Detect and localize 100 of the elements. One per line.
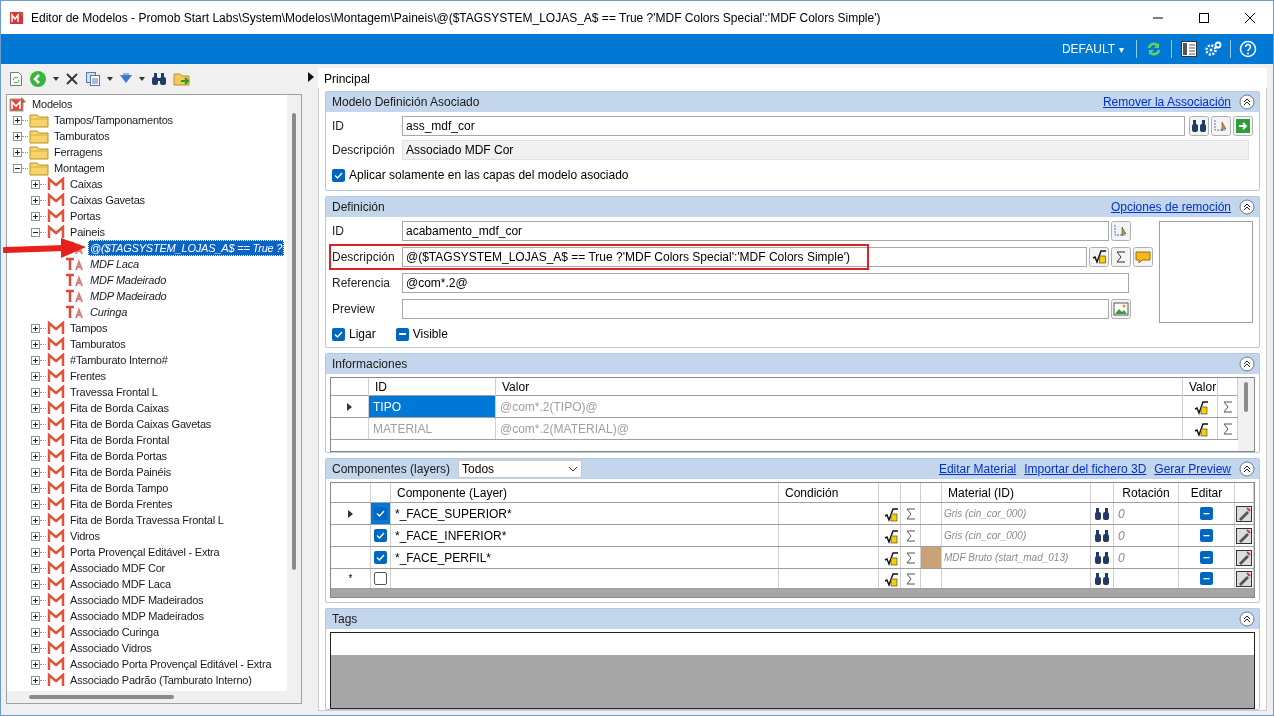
tree-item[interactable]: Fita de Borda Frentes (68, 496, 175, 512)
link[interactable]: Gerar Preview (1154, 460, 1231, 478)
checkbox[interactable] (374, 507, 387, 520)
paint-icon[interactable] (1236, 527, 1252, 544)
sigma-icon[interactable] (1221, 422, 1234, 435)
go-icon[interactable] (1233, 116, 1253, 136)
collapse-icon[interactable] (13, 163, 22, 173)
expand-icon[interactable] (31, 547, 40, 557)
expand-icon[interactable] (31, 483, 40, 493)
dropdown-caret-icon[interactable] (139, 77, 145, 81)
expand-icon[interactable] (31, 563, 40, 573)
tree-item[interactable]: #Tamburato Interno# (68, 352, 170, 368)
link[interactable]: Editar Material (938, 460, 1017, 478)
link[interactable]: Remover la Associación (1102, 93, 1231, 111)
settings-icon[interactable] (1204, 40, 1222, 58)
checkbox[interactable] (332, 327, 345, 341)
expand-icon[interactable] (31, 595, 40, 605)
expand-icon[interactable] (31, 611, 40, 621)
tree-item[interactable]: Portas (68, 208, 103, 224)
edit-toggle-icon[interactable] (1200, 551, 1213, 564)
tree-item[interactable]: Frentes (68, 368, 108, 384)
sigma-icon[interactable] (1221, 400, 1234, 413)
binoculars-icon[interactable] (1095, 551, 1109, 564)
scrollbar-thumb[interactable] (29, 695, 174, 699)
expand-icon[interactable] (31, 531, 40, 541)
sigma-icon[interactable] (904, 551, 917, 564)
tree-item[interactable]: Associado Padrão (Tamburato Interno) (68, 672, 254, 688)
down-arrow-icon[interactable] (119, 73, 133, 85)
checkbox[interactable] (395, 327, 409, 341)
tree-item[interactable]: Porta Provençal Editável - Extra (68, 544, 222, 560)
tree-item[interactable]: Ferragens (52, 144, 105, 160)
filter-dropdown[interactable]: Todos (458, 460, 583, 478)
cursor-picker-icon[interactable] (1111, 221, 1131, 241)
expand-icon[interactable] (13, 147, 22, 157)
tree-item[interactable]: Curinga (88, 304, 130, 320)
binoculars-icon[interactable] (1095, 529, 1109, 542)
scrollbar-thumb[interactable] (292, 113, 296, 570)
expand-icon[interactable] (31, 179, 40, 189)
tree-item[interactable]: Vidros (68, 528, 102, 544)
tree-item[interactable]: Fita de Borda Portas (68, 448, 169, 464)
expand-icon[interactable] (31, 355, 40, 365)
sigma-icon[interactable] (904, 507, 917, 520)
tree-item[interactable]: Associado MDP Madeirados (68, 608, 206, 624)
tree-item[interactable]: Fita de Borda Tampo (68, 480, 171, 496)
collapse-icon[interactable] (1239, 94, 1255, 110)
expand-icon[interactable] (31, 387, 40, 397)
document-icon[interactable] (9, 71, 23, 87)
expand-icon[interactable] (31, 371, 40, 381)
formula-icon[interactable] (1089, 247, 1109, 267)
folder-arrow-icon[interactable] (173, 71, 191, 87)
input-field[interactable] (402, 299, 1109, 319)
tree-item[interactable]: Tampos (68, 320, 110, 336)
delete-icon[interactable] (65, 72, 79, 86)
expand-icon[interactable] (31, 499, 40, 509)
binoculars-icon[interactable] (151, 72, 167, 86)
copy-icon[interactable] (85, 71, 101, 87)
collapse-icon[interactable] (1239, 461, 1255, 477)
scrollbar[interactable] (1238, 378, 1254, 451)
tree-item[interactable]: Associado Vidros (68, 640, 154, 656)
link[interactable]: Importar del fichero 3D (1024, 460, 1147, 478)
binoculars-icon[interactable] (1189, 116, 1209, 136)
tree-item[interactable]: Caixas Gavetas (68, 192, 147, 208)
tree-item[interactable]: Associado MDF Madeirados (68, 592, 206, 608)
help-icon[interactable] (1239, 40, 1257, 58)
expand-icon[interactable] (31, 675, 40, 685)
binoculars-icon[interactable] (1095, 507, 1109, 520)
expand-icon[interactable] (31, 515, 40, 525)
dropdown-caret-icon[interactable] (107, 77, 113, 81)
expand-icon[interactable] (31, 211, 40, 221)
profile-dropdown[interactable]: DEFAULT ▾ (1061, 40, 1124, 58)
sigma-icon[interactable] (904, 572, 917, 585)
scrollbar[interactable] (7, 691, 301, 703)
dropdown-caret-icon[interactable] (53, 77, 59, 81)
input-field[interactable]: acabamento_mdf_cor (402, 221, 1109, 241)
tree-item[interactable]: Tamburatos (68, 336, 128, 352)
tree-item[interactable]: @($TAGSYSTEM_LOJAS_A$ == True ? (88, 240, 285, 256)
tree-item[interactable]: Modelos (30, 96, 75, 112)
image-icon[interactable] (1111, 299, 1131, 319)
expand-icon[interactable] (31, 403, 40, 413)
expand-icon[interactable] (13, 131, 22, 141)
expand-icon[interactable] (31, 339, 40, 349)
scrollbar[interactable] (287, 95, 301, 691)
collapse-icon[interactable] (31, 227, 40, 237)
tree-item[interactable]: Associado MDF Cor (68, 560, 167, 576)
expand-icon[interactable] (31, 627, 40, 637)
paint-icon[interactable] (1236, 570, 1252, 587)
tree-item[interactable]: Fita de Borda Caixas Gavetas (68, 416, 214, 432)
paint-icon[interactable] (1236, 549, 1252, 566)
checkbox[interactable] (332, 168, 345, 182)
sigma-icon[interactable] (904, 529, 917, 542)
expand-icon[interactable] (31, 419, 40, 429)
collapse-icon[interactable] (1239, 356, 1255, 372)
edit-toggle-icon[interactable] (1200, 529, 1213, 542)
expand-icon[interactable] (31, 323, 40, 333)
binoculars-icon[interactable] (1095, 572, 1109, 585)
tree-item[interactable]: Caixas (68, 176, 105, 192)
expand-icon[interactable] (31, 467, 40, 477)
tree-item[interactable]: Montagem (52, 160, 107, 176)
back-icon[interactable] (29, 70, 47, 88)
scrollbar-thumb[interactable] (1244, 382, 1248, 412)
